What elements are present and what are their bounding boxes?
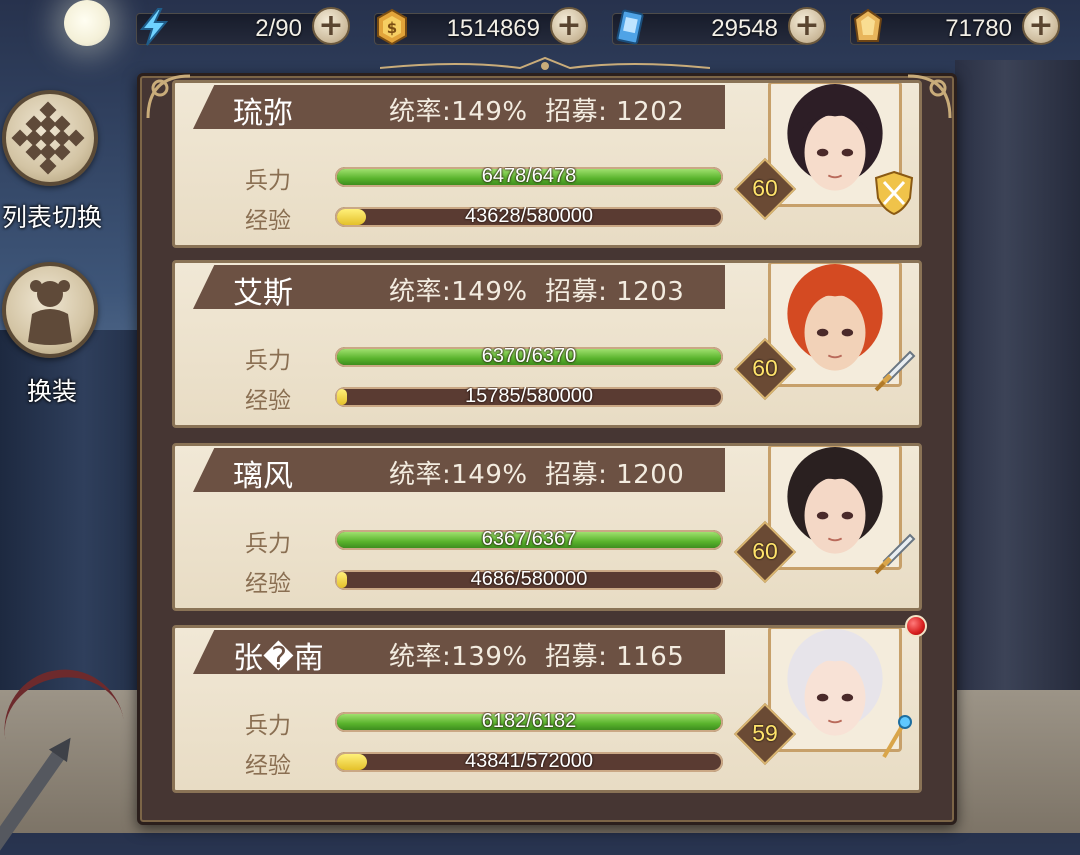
add-gem-button[interactable]: +	[1022, 7, 1060, 45]
exp-bar: 43628/580000	[335, 207, 723, 227]
hero-card[interactable]: 琉弥 统率:149% 招募: 1202 兵力 6478/6478 经验 4362…	[172, 80, 922, 248]
exp-label: 经验	[245, 208, 291, 234]
card-value: 29548	[711, 15, 778, 42]
troops-bar: 6367/6367	[335, 530, 723, 550]
troops-value: 6182/6182	[481, 712, 577, 732]
outfit-icon	[28, 280, 72, 345]
troops-label: 兵力	[245, 713, 291, 739]
outfit-label: 换装	[26, 377, 77, 406]
notification-dot	[905, 615, 927, 637]
list-switch-button[interactable]: 列表切换	[0, 90, 104, 232]
hero-stats: 统率:149% 招募: 1200	[389, 460, 685, 490]
hero-level: 60	[752, 355, 778, 381]
hero-name: 张�南	[233, 641, 324, 676]
energy-bolt-icon	[139, 8, 169, 46]
resource-gold: $ 1514869 +	[374, 7, 588, 47]
hero-level: 60	[752, 538, 778, 564]
energy-value: 2/90	[255, 15, 302, 42]
grid-dots-icon	[11, 101, 85, 175]
add-card-button[interactable]: +	[788, 7, 826, 45]
troops-bar: 6478/6478	[335, 167, 723, 187]
troops-value: 6370/6370	[481, 347, 577, 367]
exp-label: 经验	[245, 753, 291, 779]
exp-bar: 4686/580000	[335, 570, 723, 590]
troops-value: 6478/6478	[481, 167, 577, 187]
troops-bar: 6370/6370	[335, 347, 723, 367]
panel-top-ornament	[380, 56, 710, 70]
moon	[64, 0, 110, 46]
exp-label: 经验	[245, 388, 291, 414]
exp-value: 43841/572000	[465, 752, 593, 772]
hero-level: 59	[752, 720, 778, 746]
gold-value: 1514869	[446, 15, 540, 42]
gem-value: 71780	[945, 15, 1012, 42]
hero-card[interactable]: 艾斯 统率:149% 招募: 1203 兵力 6370/6370 经验 1578…	[172, 260, 922, 428]
hero-stats: 统率:149% 招募: 1203	[389, 277, 685, 307]
troops-value: 6367/6367	[481, 530, 577, 550]
troops-bar: 6182/6182	[335, 712, 723, 732]
outfit-button[interactable]: 换装	[0, 262, 104, 412]
hero-level: 60	[752, 175, 778, 201]
exp-label: 经验	[245, 571, 291, 597]
add-energy-button[interactable]: +	[312, 7, 350, 45]
svg-text:$: $	[387, 19, 397, 37]
exp-value: 43628/580000	[465, 207, 593, 227]
troops-label: 兵力	[245, 168, 291, 194]
exp-value: 15785/580000	[465, 387, 593, 407]
resource-card: 29548 +	[612, 7, 826, 47]
hero-name: 琉弥	[233, 96, 293, 131]
gold-coin-icon: $	[377, 8, 407, 46]
sword-icon	[874, 350, 916, 392]
add-gold-button[interactable]: +	[550, 7, 588, 45]
exp-bar: 15785/580000	[335, 387, 723, 407]
resource-gem: 71780 +	[850, 7, 1060, 47]
exp-bar: 43841/572000	[335, 752, 723, 772]
hero-stats: 统率:149% 招募: 1202	[389, 97, 685, 127]
shield-sword-icon	[874, 170, 914, 216]
hero-name: 艾斯	[233, 276, 293, 311]
troops-label: 兵力	[245, 348, 291, 374]
resource-energy: 2/90 +	[136, 7, 350, 47]
list-switch-label: 列表切换	[1, 203, 102, 232]
hero-name: 璃风	[233, 459, 293, 494]
hero-stats: 统率:139% 招募: 1165	[389, 642, 685, 672]
exp-value: 4686/580000	[470, 570, 588, 590]
hero-card[interactable]: 璃风 统率:149% 招募: 1200 兵力 6367/6367 经验 4686…	[172, 443, 922, 611]
staff-icon	[882, 715, 912, 759]
amber-gem-icon	[853, 8, 883, 42]
troops-label: 兵力	[245, 531, 291, 557]
sword-icon	[874, 533, 916, 575]
hero-card[interactable]: 张�南 统率:139% 招募: 1165 兵力 6182/6182 经验 438…	[172, 625, 922, 793]
blue-card-icon	[616, 9, 644, 45]
